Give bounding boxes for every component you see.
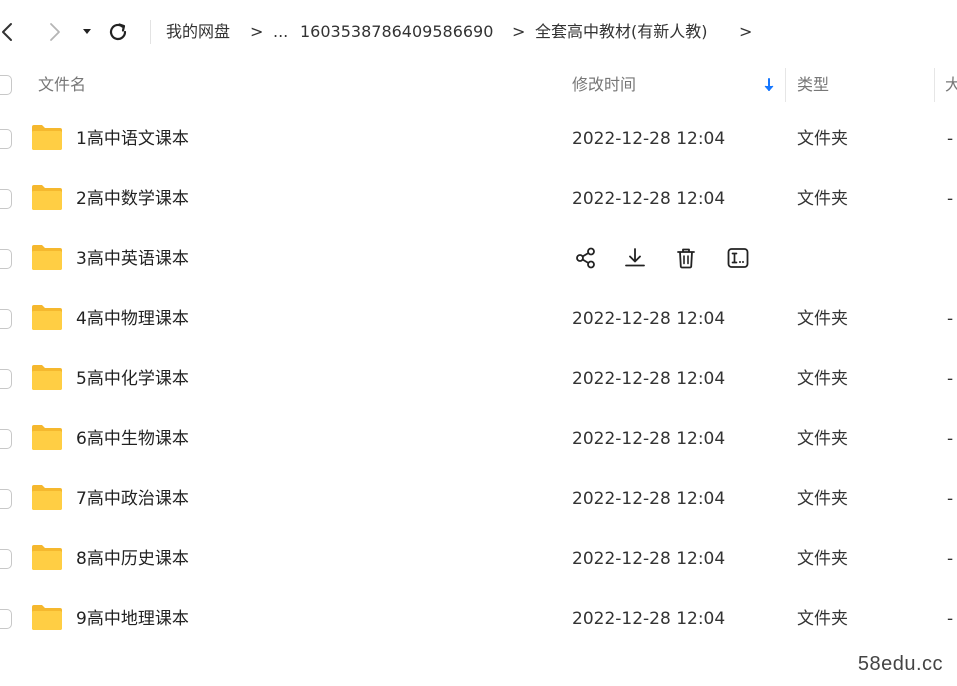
table-row[interactable]: 9高中地理课本 2022-12-28 12:04 文件夹 - [0,589,957,649]
folder-icon [32,425,62,450]
nav-divider [150,20,151,44]
file-browser: 我的网盘 > ... 1603538786409586690 > 全套高中教材(… [0,0,957,686]
table-row[interactable]: 2高中数学课本 2022-12-28 12:04 文件夹 - [0,169,957,229]
sort-down-arrow-icon[interactable] [761,76,777,94]
file-type: 文件夹 [797,609,848,629]
download-icon[interactable] [622,245,648,271]
file-name[interactable]: 6高中生物课本 [76,427,189,451]
row-checkbox[interactable] [0,129,12,149]
file-size: - [947,549,954,569]
file-type: 文件夹 [797,309,848,329]
row-checkbox[interactable] [0,429,12,449]
top-nav: 我的网盘 > ... 1603538786409586690 > 全套高中教材(… [0,0,957,64]
chevron-right-icon[interactable] [40,18,68,46]
file-name[interactable]: 8高中历史课本 [76,547,189,571]
row-checkbox[interactable] [0,189,12,209]
folder-icon [32,365,62,390]
breadcrumb-item-ellipsis[interactable]: ... [273,20,288,44]
modified-time: 2022-12-28 12:04 [572,189,726,209]
rename-icon[interactable] [725,245,751,271]
breadcrumb-item-current[interactable]: 全套高中教材(有新人教) [535,20,708,44]
delete-icon[interactable] [673,245,699,271]
table-row[interactable]: 5高中化学课本 2022-12-28 12:04 文件夹 - [0,349,957,409]
row-checkbox[interactable] [0,309,12,329]
refresh-icon[interactable] [104,18,132,46]
file-size: - [947,489,954,509]
file-name[interactable]: 1高中语文课本 [76,127,189,151]
file-name[interactable]: 2高中数学课本 [76,187,189,211]
file-type: 文件夹 [797,489,848,509]
file-size: - [947,309,954,329]
breadcrumb-separator: > [512,22,526,41]
modified-time: 2022-12-28 12:04 [572,549,726,569]
file-type: 文件夹 [797,189,848,209]
file-name[interactable]: 4高中物理课本 [76,307,189,331]
chevron-left-icon[interactable] [0,18,22,46]
row-checkbox[interactable] [0,609,12,629]
file-size: - [947,189,954,209]
column-header-name[interactable]: 文件名 [38,74,86,96]
folder-icon [32,245,62,270]
file-name[interactable]: 5高中化学课本 [76,367,189,391]
file-type: 文件夹 [797,429,848,449]
file-name[interactable]: 9高中地理课本 [76,607,189,631]
share-icon[interactable] [573,245,599,271]
row-checkbox[interactable] [0,549,12,569]
select-all-checkbox[interactable] [0,75,12,95]
row-checkbox[interactable] [0,369,12,389]
file-type: 文件夹 [797,129,848,149]
folder-icon [32,125,62,150]
row-checkbox[interactable] [0,249,12,269]
modified-time: 2022-12-28 12:04 [572,609,726,629]
folder-icon [32,185,62,210]
column-header-size[interactable]: 大 [945,74,957,96]
file-size: - [947,129,954,149]
column-header-modified[interactable]: 修改时间 [572,74,636,96]
folder-icon [32,485,62,510]
row-checkbox[interactable] [0,489,12,509]
breadcrumb-separator: > [250,22,264,41]
folder-icon [32,305,62,330]
breadcrumb-item-root[interactable]: 我的网盘 [166,20,230,44]
modified-time: 2022-12-28 12:04 [572,309,726,329]
table-row[interactable]: 6高中生物课本 2022-12-28 12:04 文件夹 - [0,409,957,469]
file-type: 文件夹 [797,369,848,389]
modified-time: 2022-12-28 12:04 [572,429,726,449]
table-row[interactable]: 3高中英语课本 [0,229,957,289]
file-size: - [947,369,954,389]
table-row[interactable]: 4高中物理课本 2022-12-28 12:04 文件夹 - [0,289,957,349]
column-divider[interactable] [934,68,935,102]
folder-icon [32,545,62,570]
file-size: - [947,429,954,449]
caret-down-icon[interactable] [76,18,104,46]
folder-icon [32,605,62,630]
table-row[interactable]: 1高中语文课本 2022-12-28 12:04 文件夹 - [0,109,957,169]
table-header: 文件名 修改时间 类型 大 [0,62,957,108]
breadcrumb-separator: > [739,22,753,41]
file-type: 文件夹 [797,549,848,569]
file-name[interactable]: 3高中英语课本 [76,247,189,271]
watermark-text: 58edu.cc [857,653,943,675]
modified-time: 2022-12-28 12:04 [572,369,726,389]
file-name[interactable]: 7高中政治课本 [76,487,189,511]
breadcrumb-item-folder-id[interactable]: 1603538786409586690 [300,20,493,44]
column-header-type[interactable]: 类型 [797,74,829,96]
column-divider[interactable] [785,68,786,102]
modified-time: 2022-12-28 12:04 [572,129,726,149]
modified-time: 2022-12-28 12:04 [572,489,726,509]
file-size: - [947,609,954,629]
table-row[interactable]: 8高中历史课本 2022-12-28 12:04 文件夹 - [0,529,957,589]
table-row[interactable]: 7高中政治课本 2022-12-28 12:04 文件夹 - [0,469,957,529]
